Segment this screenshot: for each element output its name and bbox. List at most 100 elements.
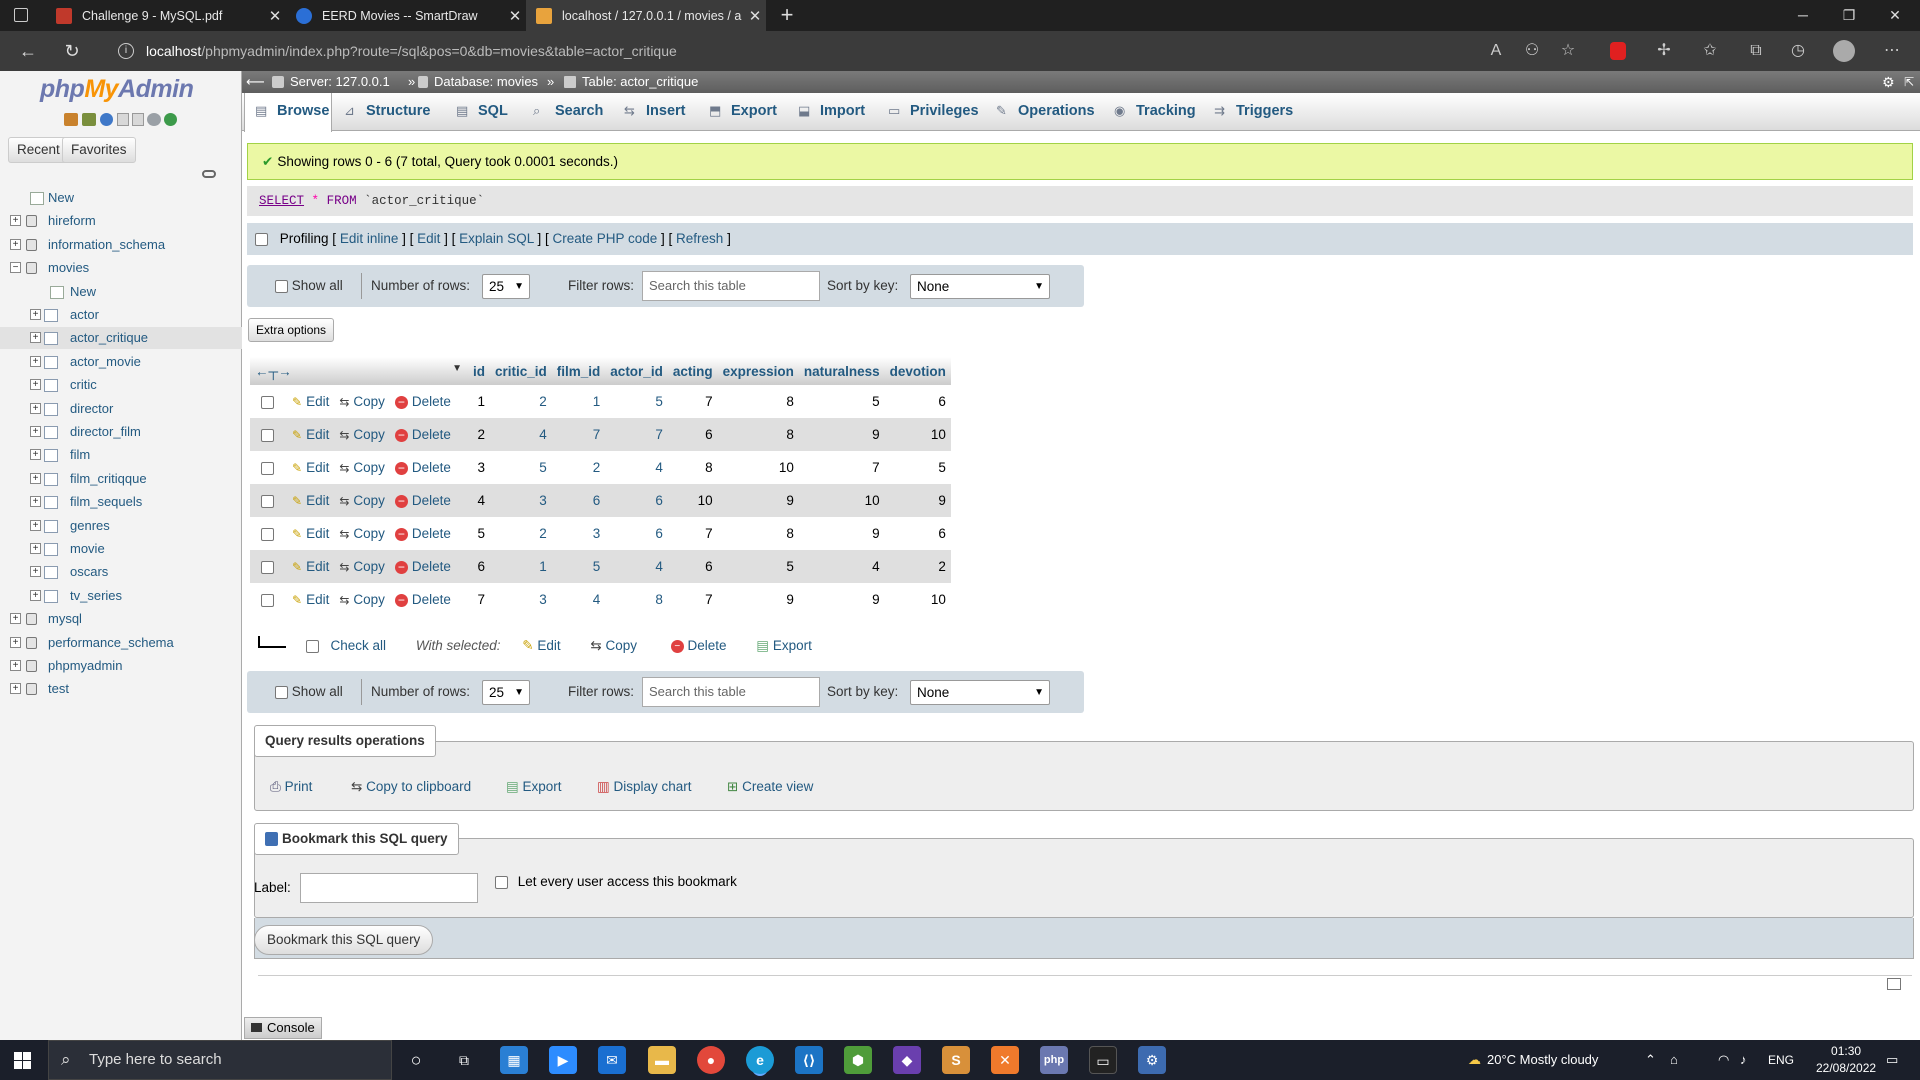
- browser-tab-phpmyadmin[interactable]: localhost / 127.0.0.1 / movies / a ✕: [526, 0, 766, 31]
- more-icon[interactable]: ⋯: [1874, 31, 1910, 71]
- tree-item-New[interactable]: New: [0, 281, 242, 303]
- row-checkbox[interactable]: [261, 494, 274, 508]
- home-icon[interactable]: [64, 113, 78, 126]
- tab-actions-icon[interactable]: [14, 8, 28, 22]
- cell-actor-id[interactable]: 8: [605, 583, 668, 616]
- extension-icon[interactable]: [1600, 31, 1636, 71]
- link-icon[interactable]: [202, 170, 216, 178]
- logout-icon[interactable]: [82, 113, 96, 126]
- bulk-delete-button[interactable]: − Delete: [670, 638, 727, 653]
- vscode-icon[interactable]: ⟨⟩: [795, 1046, 823, 1074]
- bulk-edit-button[interactable]: ✎ Edit: [522, 638, 560, 653]
- tree-item-film[interactable]: + film: [0, 444, 242, 466]
- favorites-icon[interactable]: ✩: [1692, 31, 1728, 71]
- table-row[interactable]: ✎ Edit ⇆ Copy − Delete 3 5 2 4 8 10 7 5: [250, 451, 951, 484]
- expand-icon[interactable]: +: [30, 449, 41, 461]
- expand-icon[interactable]: +: [30, 472, 41, 484]
- create-view-link[interactable]: ⊞ Create view: [727, 775, 813, 799]
- refresh-link[interactable]: Refresh: [676, 231, 723, 246]
- tree-item-actor[interactable]: + actor: [0, 304, 242, 326]
- profile-icon[interactable]: [1826, 31, 1862, 71]
- show-all-checkbox[interactable]: [275, 279, 288, 293]
- delete-row-button[interactable]: − Delete: [394, 592, 451, 607]
- show-all-toggle[interactable]: Show all: [275, 265, 343, 307]
- copy-row-button[interactable]: ⇆ Copy: [339, 592, 385, 607]
- bookmark-button[interactable]: Bookmark this SQL query: [254, 925, 434, 955]
- edit-row-button[interactable]: ✎ Edit: [292, 592, 329, 607]
- expand-icon[interactable]: +: [10, 613, 21, 625]
- copy-row-button[interactable]: ⇆ Copy: [339, 559, 385, 574]
- edit-inline-link[interactable]: Edit inline: [340, 231, 399, 246]
- column-arrows-icon[interactable]: ←┬→: [255, 364, 292, 379]
- export-link[interactable]: ▤ Export: [506, 775, 562, 799]
- language-indicator[interactable]: ENG: [1768, 1040, 1794, 1080]
- expand-icon[interactable]: +: [30, 309, 41, 320]
- expand-icon[interactable]: +: [30, 589, 41, 601]
- tree-item-oscars[interactable]: + oscars: [0, 561, 242, 583]
- profiling-checkbox[interactable]: [255, 232, 268, 246]
- restore-icon[interactable]: ❐: [1826, 0, 1872, 31]
- delete-row-button[interactable]: − Delete: [394, 559, 451, 574]
- cortana-icon[interactable]: ○: [402, 1046, 430, 1074]
- tab-structure[interactable]: ⊿ Structure: [344, 93, 430, 131]
- edit-row-button[interactable]: ✎ Edit: [292, 460, 329, 475]
- edit-row-button[interactable]: ✎ Edit: [292, 526, 329, 541]
- tab-tracking[interactable]: ◉ Tracking: [1114, 93, 1196, 131]
- gear-icon[interactable]: ⚙: [1882, 71, 1895, 93]
- bulk-copy-button[interactable]: ⇆ Copy: [590, 638, 637, 653]
- expand-icon[interactable]: +: [10, 238, 21, 250]
- breadcrumb-database[interactable]: Database: movies: [434, 71, 538, 93]
- row-checkbox[interactable]: [261, 395, 274, 409]
- collapse-top-icon[interactable]: ⇱: [1904, 71, 1914, 93]
- taskbar-search-input[interactable]: ⌕ Type here to search: [48, 1040, 392, 1080]
- phpmyadmin-logo[interactable]: phpMyAdmin: [40, 75, 194, 104]
- column-header-naturalness[interactable]: naturalness: [798, 357, 885, 385]
- row-checkbox[interactable]: [261, 593, 274, 607]
- column-header-devotion[interactable]: devotion: [884, 357, 951, 385]
- tab-privileges[interactable]: ▭ Privileges: [888, 93, 979, 131]
- display-chart-link[interactable]: ▥ Display chart: [597, 775, 692, 799]
- copy-row-button[interactable]: ⇆ Copy: [339, 526, 385, 541]
- delete-row-button[interactable]: − Delete: [394, 526, 451, 541]
- zoom-icon[interactable]: ▶: [549, 1046, 577, 1074]
- tree-item-actor-movie[interactable]: + actor_movie: [0, 351, 242, 373]
- edit-row-button[interactable]: ✎ Edit: [292, 559, 329, 574]
- wifi-icon[interactable]: ◠: [1718, 1040, 1729, 1080]
- public-bookmark-toggle[interactable]: Let every user access this bookmark: [495, 873, 737, 891]
- cell-actor-id[interactable]: 4: [605, 550, 668, 583]
- copy-row-button[interactable]: ⇆ Copy: [339, 394, 385, 409]
- sql-keyword[interactable]: SELECT: [259, 194, 304, 208]
- tree-item-movies[interactable]: − movies: [0, 257, 242, 279]
- task-view-icon[interactable]: ⧉: [450, 1046, 478, 1074]
- table-row[interactable]: ✎ Edit ⇆ Copy − Delete 6 1 5 4 6 5 4 2: [250, 550, 951, 583]
- extensions-icon[interactable]: ✢: [1646, 31, 1682, 71]
- tab-import[interactable]: ⬓ Import: [798, 93, 865, 131]
- close-icon[interactable]: ✕: [504, 7, 526, 25]
- expand-icon[interactable]: +: [10, 660, 21, 671]
- start-windows-icon[interactable]: [14, 1052, 31, 1069]
- expand-icon[interactable]: +: [10, 636, 21, 648]
- show-all-checkbox[interactable]: [275, 685, 288, 699]
- bookmark-label-input[interactable]: [300, 873, 478, 903]
- expand-icon[interactable]: +: [30, 379, 41, 391]
- tree-item-mysql[interactable]: + mysql: [0, 608, 242, 630]
- tree-item-phpmyadmin[interactable]: + phpmyadmin: [0, 655, 242, 677]
- table-row[interactable]: ✎ Edit ⇆ Copy − Delete 2 4 7 7 6 8 9 10: [250, 418, 951, 451]
- delete-row-button[interactable]: − Delete: [394, 427, 451, 442]
- docs-icon[interactable]: [117, 113, 129, 126]
- console-tab[interactable]: Console: [244, 1017, 322, 1039]
- sublime-icon[interactable]: S: [942, 1046, 970, 1074]
- cell-film-id[interactable]: 2: [551, 451, 606, 484]
- page-bottom-icon[interactable]: [1887, 978, 1901, 990]
- cell-film-id[interactable]: 7: [551, 418, 606, 451]
- tree-item-film-critiqque[interactable]: + film_critiqque: [0, 468, 242, 490]
- terminal-icon[interactable]: ▭: [1089, 1046, 1117, 1074]
- row-checkbox[interactable]: [261, 560, 274, 574]
- app-icon[interactable]: ⚙: [1138, 1046, 1166, 1074]
- url-field[interactable]: i localhost/phpmyadmin/index.php?route=/…: [110, 35, 1480, 67]
- tree-item-film-sequels[interactable]: + film_sequels: [0, 491, 242, 513]
- row-checkbox[interactable]: [261, 527, 274, 541]
- show-all-toggle[interactable]: Show all: [275, 671, 343, 713]
- history-icon[interactable]: ◷: [1780, 31, 1816, 71]
- weather-widget[interactable]: ☁ 20°C Mostly cloudy: [1468, 1040, 1598, 1080]
